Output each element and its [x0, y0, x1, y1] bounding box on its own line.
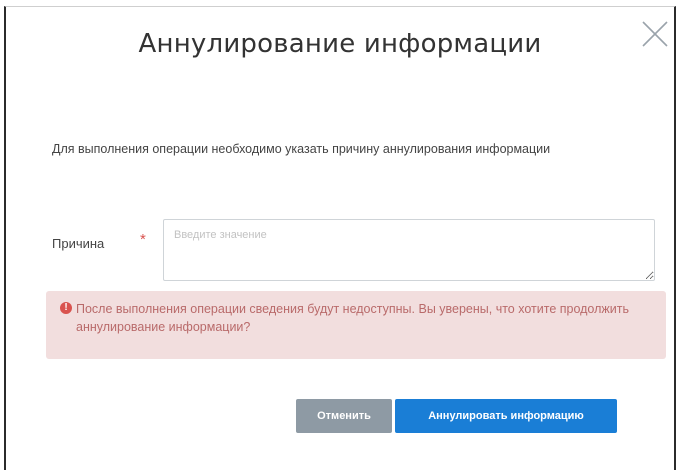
cancel-button[interactable]: Отменить [296, 399, 392, 433]
required-marker: * [140, 231, 146, 248]
exclamation-circle-icon: ! [60, 302, 72, 314]
annul-button[interactable]: Аннулировать информацию [395, 399, 617, 433]
alert-text: После выполнения операции сведения будут… [76, 302, 629, 334]
warning-alert: ! После выполнения операции сведения буд… [46, 291, 666, 359]
close-icon[interactable] [640, 19, 670, 49]
dialog-title: Аннулирование информации [138, 29, 542, 59]
annul-dialog: Аннулирование информации Для выполнения … [4, 6, 676, 470]
reason-textarea[interactable] [163, 219, 655, 281]
reason-label: Причина [52, 236, 105, 251]
dialog-description: Для выполнения операции необходимо указа… [52, 142, 551, 156]
